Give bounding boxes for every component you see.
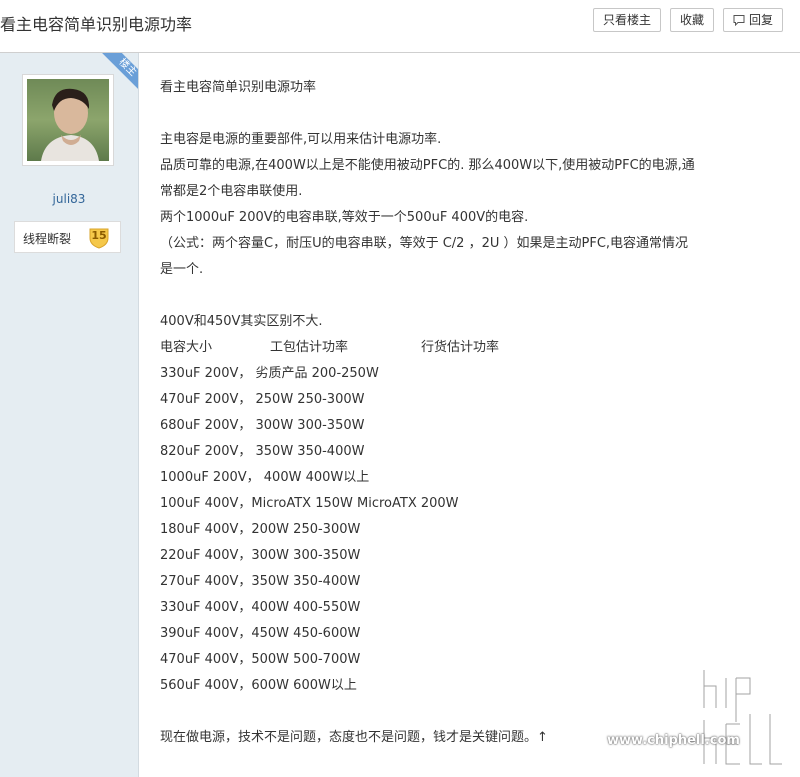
- table-row: 220uF 400V，300W 300-350W: [160, 548, 361, 563]
- username-link[interactable]: juli83: [0, 192, 138, 206]
- favorite-button[interactable]: 收藏: [669, 8, 714, 32]
- table-row: 330uF 400V，400W 400-550W: [160, 600, 361, 615]
- intro-line: 常都是2个电容串联使用.: [160, 184, 303, 199]
- comment-icon: [733, 15, 745, 26]
- reply-label: 回复: [748, 13, 773, 27]
- reply-button[interactable]: 回复: [722, 8, 783, 32]
- intro-line: （公式：两个容量C，耐压U的电容串联，等效于 C/2 ，2U ）如果是主动PFC…: [160, 236, 689, 251]
- table-row: 470uF 200V， 250W 250-300W: [160, 392, 365, 407]
- table-row: 560uF 400V，600W 600W以上: [160, 678, 357, 693]
- intro-line: 品质可靠的电源,在400W以上是不能使用被动PFC的. 那么400W以下,使用被…: [160, 158, 695, 173]
- table-row: 470uF 400V，500W 500-700W: [160, 652, 361, 667]
- thread-title: 看主电容简单识别电源功率: [0, 15, 193, 34]
- chiphell-watermark-logo: [701, 667, 785, 767]
- author-sidebar: 楼主 juli83 线程断裂 15: [0, 53, 139, 777]
- only-op-button[interactable]: 只看楼主: [592, 8, 661, 32]
- level-number: 15: [91, 229, 107, 242]
- level-name: 线程断裂: [23, 232, 72, 246]
- intro-line: 主电容是电源的重要部件,可以用来估计电源功率.: [160, 132, 442, 147]
- header-oem-power: 工包估计功率: [270, 340, 349, 355]
- table-row: 180uF 400V，200W 250-300W: [160, 522, 361, 537]
- header-retail-power: 行货估计功率: [421, 340, 500, 355]
- intro-line: 是一个.: [160, 262, 204, 277]
- table-row: 1000uF 200V， 400W 400W以上: [160, 470, 370, 485]
- note-line: 400V和450V其实区别不大.: [160, 314, 323, 329]
- header-capacitor: 电容大小: [160, 340, 213, 355]
- post-title: 看主电容简单识别电源功率: [160, 80, 317, 95]
- table-row: 100uF 400V，MicroATX 150W MicroATX 200W: [160, 496, 459, 511]
- table-row: 270uF 400V，350W 350-400W: [160, 574, 361, 589]
- table-row: 820uF 200V， 350W 350-400W: [160, 444, 365, 459]
- thread-header: 看主电容简单识别电源功率 只看楼主 收藏 回复: [0, 0, 800, 53]
- table-row: 390uF 400V，450W 450-600W: [160, 626, 361, 641]
- avatar[interactable]: [27, 79, 109, 161]
- table-row: 680uF 200V， 300W 300-350W: [160, 418, 365, 433]
- thread-actions: 只看楼主 收藏 回复: [592, 8, 783, 32]
- user-level: 线程断裂 15: [14, 221, 121, 253]
- watermark-url: www.chiphell.com: [607, 733, 740, 748]
- avatar-frame[interactable]: [22, 74, 114, 166]
- closing-line: 现在做电源，技术不是问题，态度也不是问题，钱才是关键问题。↑: [160, 730, 548, 745]
- intro-line: 两个1000uF 200V的电容串联,等效于一个500uF 400V的电容.: [160, 210, 529, 225]
- table-row: 330uF 200V， 劣质产品 200-250W: [160, 366, 379, 381]
